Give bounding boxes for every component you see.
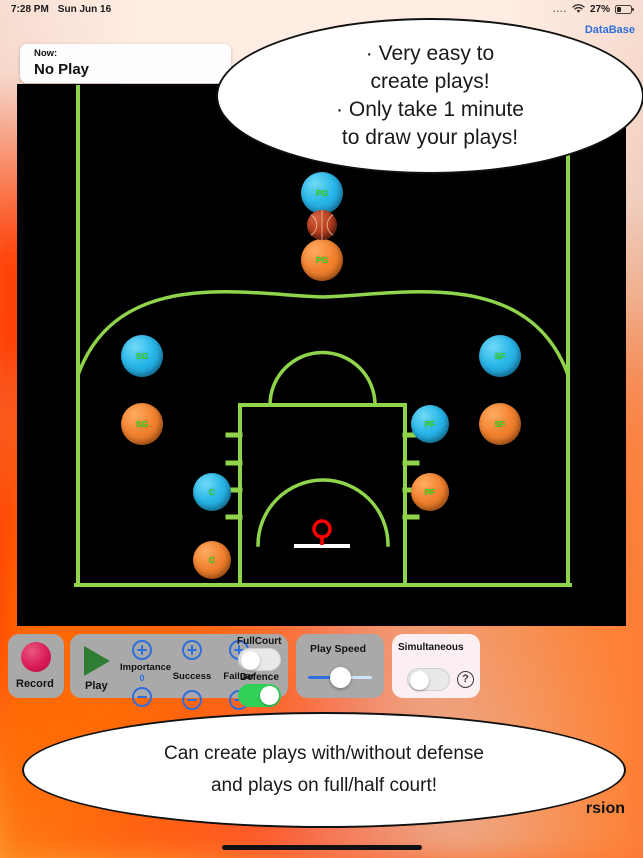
fullcourt-toggle[interactable] <box>238 648 281 671</box>
stepper-importance: Importance 0 <box>120 640 172 707</box>
play-triangle-icon[interactable] <box>84 646 110 676</box>
player-token-pg-offense[interactable]: PG <box>301 172 343 214</box>
play-speed-panel: Play Speed <box>296 634 384 698</box>
callout-bubble-bottom: Can create plays with/without defense an… <box>22 712 626 828</box>
fullcourt-label: FullCourt <box>237 636 282 647</box>
player-label: SF <box>494 419 506 429</box>
player-label: C <box>208 555 216 565</box>
simultaneous-toggle[interactable] <box>407 668 450 691</box>
defence-toggle[interactable] <box>238 684 281 707</box>
now-panel[interactable]: Now: No Play <box>20 44 231 83</box>
importance-label: Importance <box>120 662 172 673</box>
play-speed-slider-knob[interactable] <box>329 667 351 688</box>
basketball-icon[interactable] <box>307 210 337 240</box>
callout-line: create plays! <box>370 70 490 93</box>
rim-icon <box>312 519 332 539</box>
simultaneous-label: Simultaneous <box>398 642 464 653</box>
status-bar-left: 7:28 PM Sun Jun 16 <box>11 4 111 15</box>
player-token-c-offense[interactable]: C <box>193 473 231 511</box>
callout-bubble-top: · Very easy to create plays! · Only take… <box>216 18 643 174</box>
player-token-c-defense[interactable]: C <box>193 541 231 579</box>
callout-line: · Only take 1 minute <box>336 98 524 121</box>
player-label: SG <box>135 351 149 361</box>
player-label: PG <box>315 188 329 198</box>
simultaneous-panel: Simultaneous ? <box>392 634 480 698</box>
player-label: SF <box>494 351 506 361</box>
status-bar-right: .... 27% <box>552 3 634 15</box>
status-date: Sun Jun 16 <box>57 3 112 15</box>
player-token-pf-offense[interactable]: PF <box>411 405 449 443</box>
battery-percent-label: 27% <box>589 3 610 15</box>
importance-value: 0 <box>139 673 145 683</box>
success-decrease-button[interactable] <box>182 690 202 710</box>
play-controls-panel: Play Importance 0 Success Failuar FullCo… <box>70 634 288 710</box>
callout-line: · Very easy to <box>365 42 495 65</box>
bottom-toolbar: Record Play Importance 0 Success Failuar… <box>0 628 643 710</box>
defence-label: Defence <box>240 672 279 683</box>
player-label: PF <box>424 419 436 429</box>
court-canvas[interactable]: PG PG SG SG SF SF PF PF C C <box>18 85 625 625</box>
callout-line: Can create plays with/without defense <box>163 743 484 764</box>
success-increase-button[interactable] <box>182 640 202 660</box>
wifi-icon <box>572 4 585 14</box>
player-label: PF <box>424 487 436 497</box>
player-label: C <box>208 487 216 497</box>
player-token-sf-defense[interactable]: SF <box>479 403 521 445</box>
simultaneous-toggle-knob <box>410 671 429 690</box>
fullcourt-toggle-knob <box>241 651 260 670</box>
battery-icon <box>615 4 634 14</box>
stepper-success: Success <box>170 640 214 710</box>
player-token-pf-defense[interactable]: PF <box>411 473 449 511</box>
app-root: 7:28 PM Sun Jun 16 .... 27% DataBase Now… <box>0 0 643 858</box>
play-speed-slider[interactable] <box>308 667 372 688</box>
player-label: PG <box>315 255 329 265</box>
player-label: SG <box>135 419 149 429</box>
player-token-sg-offense[interactable]: SG <box>121 335 163 377</box>
now-label: Now: <box>34 48 58 59</box>
record-panel: Record <box>8 634 64 698</box>
home-indicator <box>221 845 422 850</box>
signal-dots-icon: .... <box>552 4 567 14</box>
success-label: Success <box>172 671 212 682</box>
importance-increase-button[interactable] <box>132 640 152 660</box>
callout-line: and plays on full/half court! <box>210 775 438 796</box>
play-speed-label: Play Speed <box>310 643 367 655</box>
now-play-value: No Play <box>34 61 90 78</box>
callout-line: to draw your plays! <box>341 126 519 149</box>
status-bar: 7:28 PM Sun Jun 16 .... 27% <box>0 0 643 18</box>
record-label: Record <box>16 678 54 690</box>
version-label: rsion <box>585 800 625 817</box>
play-label: Play <box>85 680 108 692</box>
record-dot-icon[interactable] <box>21 642 51 672</box>
court-markings <box>74 85 572 587</box>
question-mark-icon[interactable]: ? <box>457 671 474 688</box>
player-token-sg-defense[interactable]: SG <box>121 403 163 445</box>
status-time: 7:28 PM <box>11 3 49 15</box>
importance-decrease-button[interactable] <box>132 687 152 707</box>
database-button[interactable]: DataBase <box>585 24 635 36</box>
player-token-sf-offense[interactable]: SF <box>479 335 521 377</box>
defence-toggle-knob <box>260 686 279 705</box>
player-token-pg-defense[interactable]: PG <box>301 239 343 281</box>
